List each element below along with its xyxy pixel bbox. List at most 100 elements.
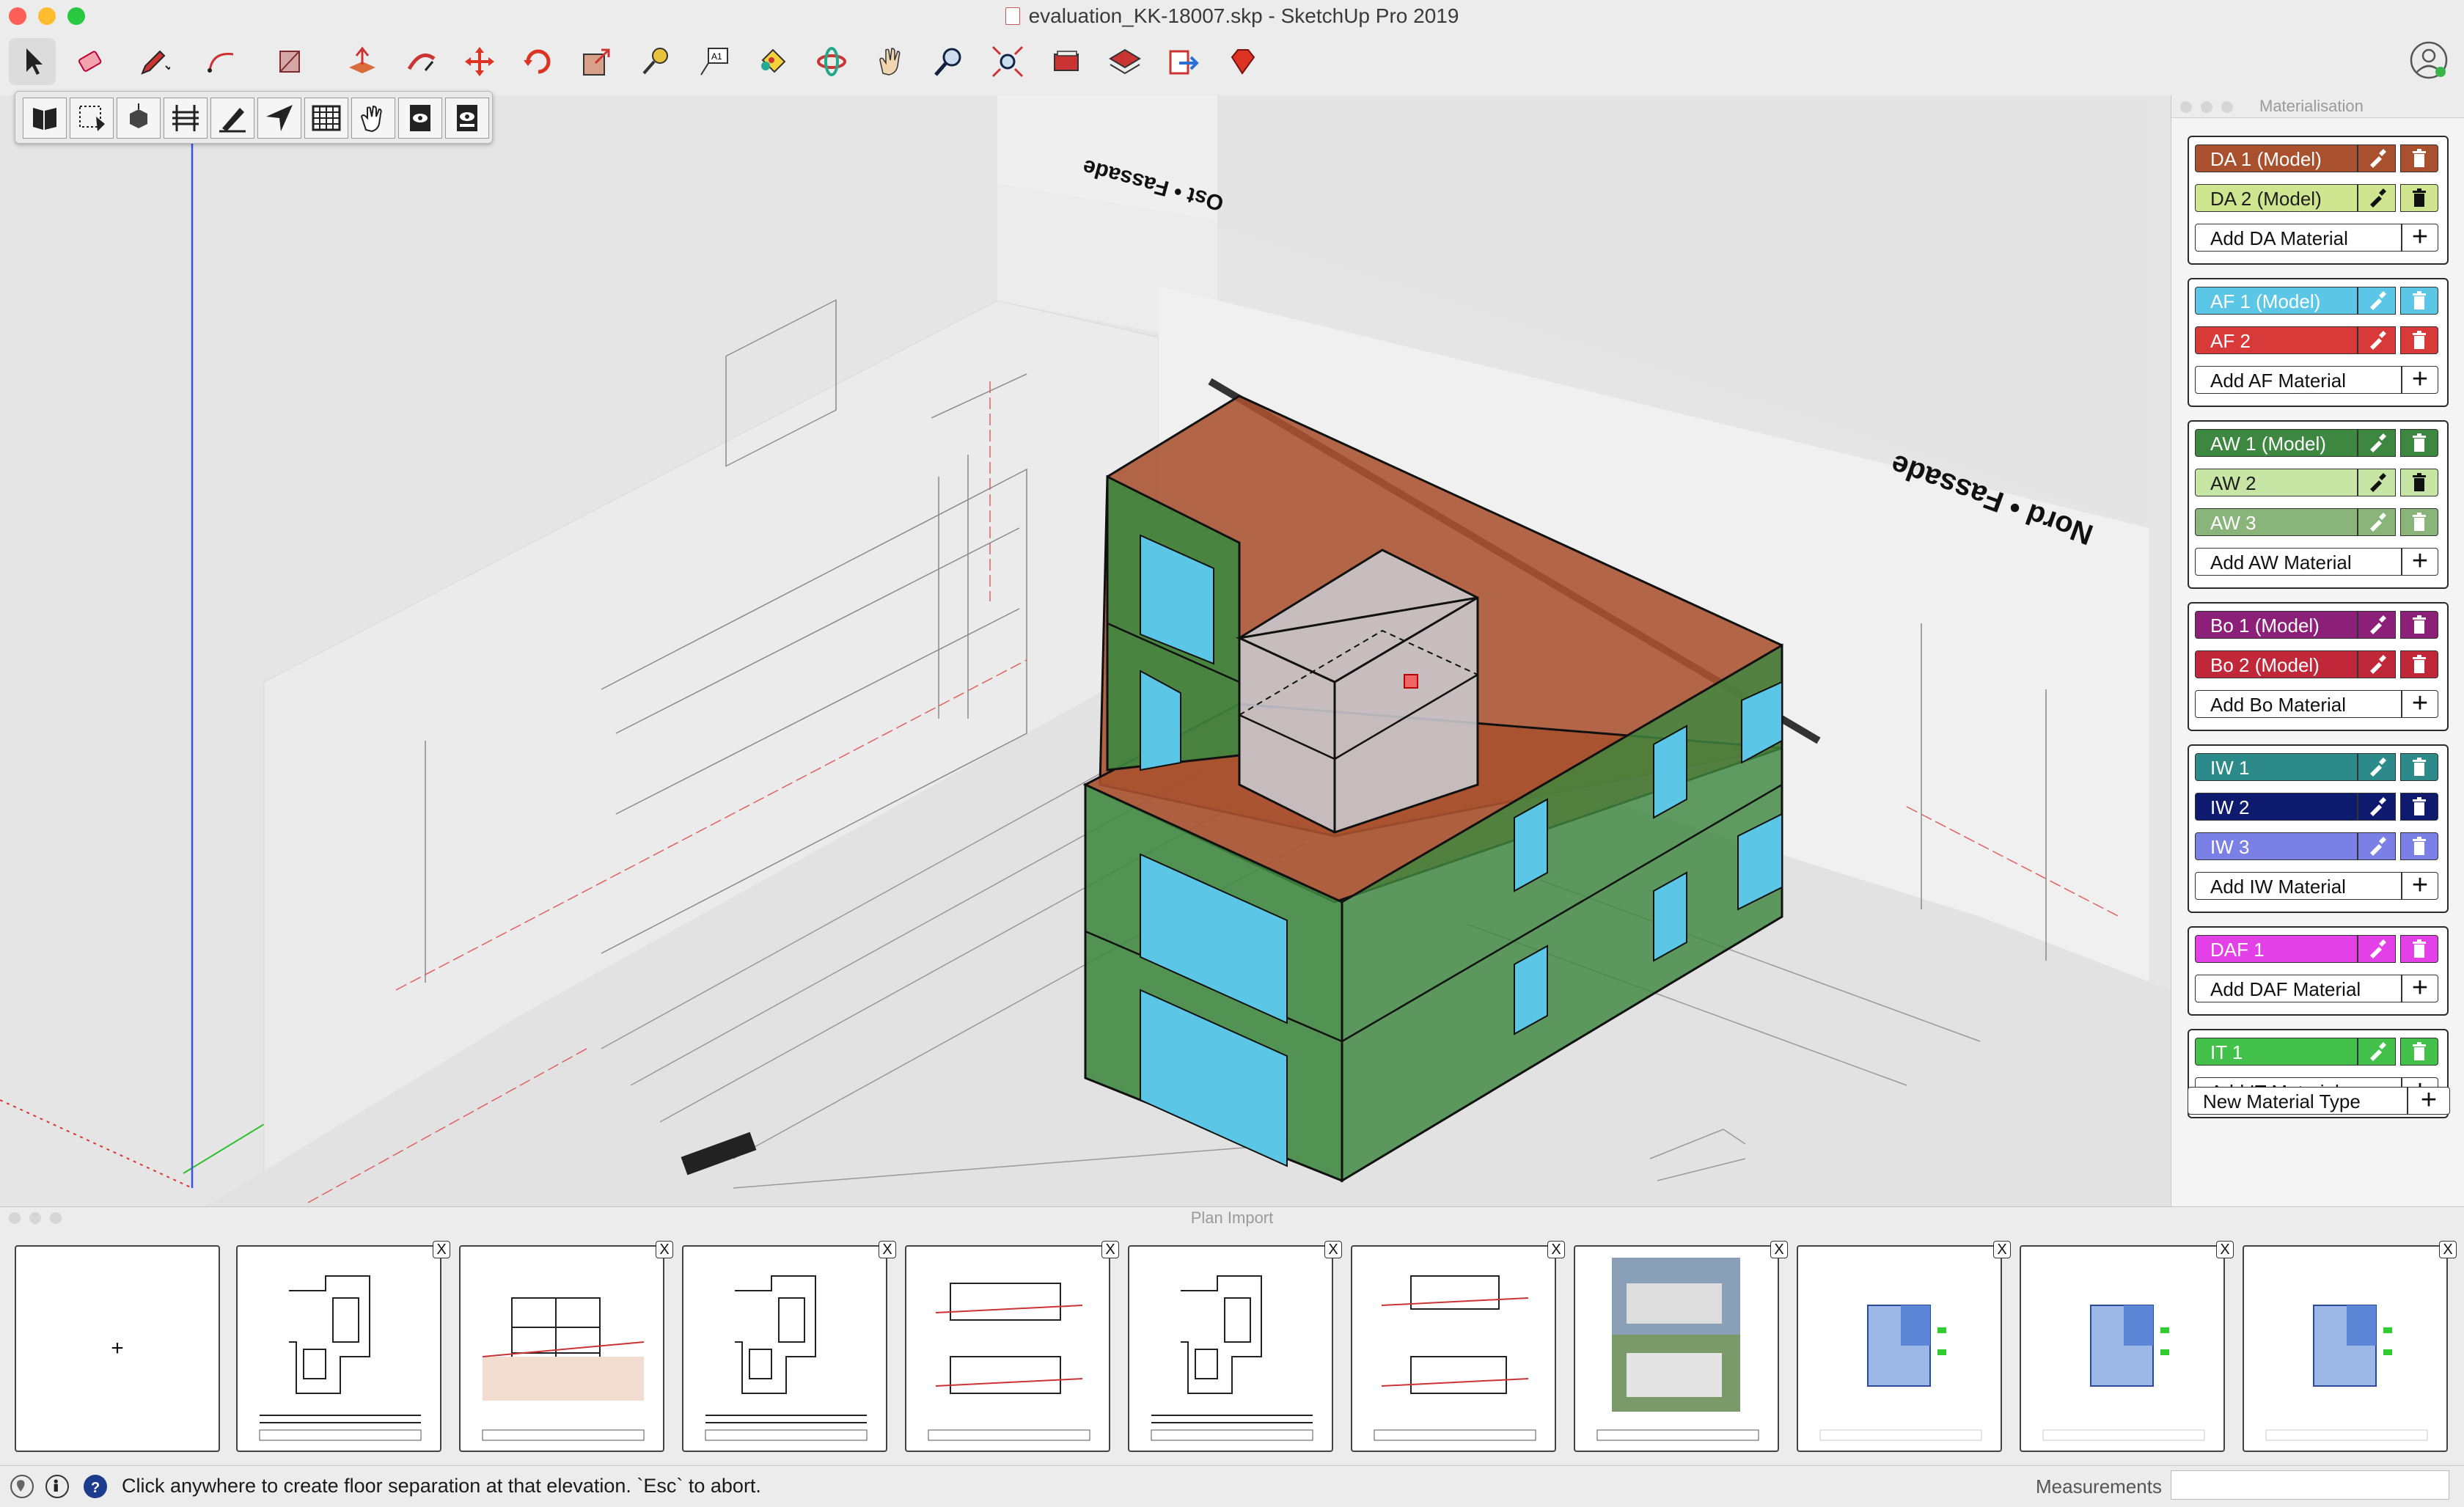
pick-material-icon[interactable]: [2358, 508, 2396, 536]
material-label[interactable]: AW 2: [2195, 469, 2358, 496]
grid-icon[interactable]: [304, 98, 348, 139]
plan-thumbnail[interactable]: [1797, 1245, 2002, 1452]
pan-icon[interactable]: [867, 38, 914, 85]
remove-plan-button[interactable]: X: [1324, 1241, 1342, 1258]
pick-material-icon[interactable]: [2358, 429, 2396, 457]
measurements-input[interactable]: [2171, 1470, 2449, 1500]
geo-location-icon[interactable]: [10, 1475, 34, 1498]
account-icon[interactable]: [2408, 40, 2449, 81]
dotted-select-icon[interactable]: [70, 98, 114, 139]
plan-thumbnail[interactable]: [905, 1245, 1110, 1452]
measure-pencil-icon[interactable]: [210, 98, 254, 139]
delete-material-icon[interactable]: [2400, 508, 2438, 536]
remove-plan-button[interactable]: X: [879, 1241, 896, 1258]
material-label[interactable]: IW 1: [2195, 753, 2358, 781]
material-label[interactable]: IW 2: [2195, 793, 2358, 821]
extension-send-icon[interactable]: [1160, 38, 1207, 85]
text-icon[interactable]: A1: [691, 38, 738, 85]
plan-book-icon[interactable]: [23, 98, 67, 139]
material-label[interactable]: Bo 1 (Model): [2195, 611, 2358, 639]
remove-plan-button[interactable]: X: [1993, 1241, 2011, 1258]
plan-thumbnail[interactable]: [1128, 1245, 1333, 1452]
material-label[interactable]: AW 3: [2195, 508, 2358, 536]
remove-plan-button[interactable]: X: [656, 1241, 673, 1258]
pick-material-icon[interactable]: [2358, 650, 2396, 678]
delete-material-icon[interactable]: [2400, 469, 2438, 496]
remove-plan-button[interactable]: X: [1547, 1241, 1565, 1258]
select-tool-icon[interactable]: [9, 38, 56, 85]
model-viewport[interactable]: Nord • Fassade Ost • Fassade: [0, 95, 2171, 1206]
panel-close-button[interactable]: [2180, 101, 2192, 113]
delete-material-icon[interactable]: [2400, 793, 2438, 821]
pick-material-icon[interactable]: [2358, 144, 2396, 172]
orbit-icon[interactable]: [808, 38, 855, 85]
plan-panel-minimize-button[interactable]: [29, 1212, 41, 1224]
help-icon[interactable]: ?: [84, 1475, 107, 1498]
delete-material-icon[interactable]: [2400, 429, 2438, 457]
plan-thumbnail[interactable]: [2020, 1245, 2225, 1452]
rectangle-icon[interactable]: [268, 38, 315, 85]
delete-material-icon[interactable]: [2400, 753, 2438, 781]
material-label[interactable]: IT 1: [2195, 1038, 2358, 1066]
pick-material-icon[interactable]: [2358, 287, 2396, 315]
ladder-icon[interactable]: [164, 98, 208, 139]
material-label[interactable]: DAF 1: [2195, 935, 2358, 963]
rotate-icon[interactable]: [515, 38, 562, 85]
material-label[interactable]: Bo 2 (Model): [2195, 650, 2358, 678]
follow-me-icon[interactable]: [397, 38, 444, 85]
eye-doc-2-icon[interactable]: [445, 98, 489, 139]
add-material-button[interactable]: +: [2402, 365, 2438, 394]
pick-material-icon[interactable]: [2358, 832, 2396, 860]
delete-material-icon[interactable]: [2400, 326, 2438, 354]
panel-minimize-button[interactable]: [2201, 101, 2212, 113]
plan-panel-close-button[interactable]: [9, 1212, 21, 1224]
push-pull-icon[interactable]: [339, 38, 386, 85]
paint-bucket-icon[interactable]: [749, 38, 796, 85]
delete-material-icon[interactable]: [2400, 1038, 2438, 1066]
remove-plan-button[interactable]: X: [1770, 1241, 1788, 1258]
delete-material-icon[interactable]: [2400, 184, 2438, 212]
pick-material-icon[interactable]: [2358, 326, 2396, 354]
pick-material-icon[interactable]: [2358, 611, 2396, 639]
direction-arrow-icon[interactable]: [257, 98, 301, 139]
delete-material-icon[interactable]: [2400, 832, 2438, 860]
plan-thumbnail[interactable]: [2243, 1245, 2448, 1452]
zoom-extents-icon[interactable]: [984, 38, 1031, 85]
delete-material-icon[interactable]: [2400, 650, 2438, 678]
pick-material-icon[interactable]: [2358, 469, 2396, 496]
arc-icon[interactable]: [198, 38, 245, 85]
delete-material-icon[interactable]: [2400, 144, 2438, 172]
material-label[interactable]: DA 1 (Model): [2195, 144, 2358, 172]
new-material-type-button[interactable]: +: [2408, 1086, 2450, 1115]
eye-doc-icon[interactable]: [398, 98, 442, 139]
material-label[interactable]: DA 2 (Model): [2195, 184, 2358, 212]
add-material-button[interactable]: +: [2402, 974, 2438, 1002]
eraser-icon[interactable]: [67, 38, 114, 85]
plan-thumbnail[interactable]: [682, 1245, 887, 1452]
plan-thumbnail[interactable]: [236, 1245, 441, 1452]
plan-thumbnail[interactable]: [459, 1245, 664, 1452]
pick-material-icon[interactable]: [2358, 935, 2396, 963]
box-select-icon[interactable]: [117, 98, 161, 139]
components-icon[interactable]: [1043, 38, 1090, 85]
ruby-icon[interactable]: [1219, 38, 1266, 85]
remove-plan-button[interactable]: X: [1101, 1241, 1119, 1258]
add-material-button[interactable]: +: [2402, 689, 2438, 718]
hand-icon[interactable]: [351, 98, 395, 139]
pick-material-icon[interactable]: [2358, 753, 2396, 781]
add-material-button[interactable]: +: [2402, 547, 2438, 576]
add-material-button[interactable]: +: [2402, 223, 2438, 252]
remove-plan-button[interactable]: X: [2439, 1241, 2457, 1258]
plan-thumbnail[interactable]: [1351, 1245, 1556, 1452]
tape-measure-icon[interactable]: [632, 38, 679, 85]
add-plan-button[interactable]: +: [15, 1245, 220, 1452]
panel-zoom-button[interactable]: [2221, 101, 2233, 113]
credits-icon[interactable]: [45, 1475, 69, 1498]
delete-material-icon[interactable]: [2400, 935, 2438, 963]
material-label[interactable]: AW 1 (Model): [2195, 429, 2358, 457]
plan-panel-zoom-button[interactable]: [50, 1212, 62, 1224]
add-material-button[interactable]: +: [2402, 871, 2438, 900]
pick-material-icon[interactable]: [2358, 1038, 2396, 1066]
remove-plan-button[interactable]: X: [2216, 1241, 2234, 1258]
material-label[interactable]: IW 3: [2195, 832, 2358, 860]
